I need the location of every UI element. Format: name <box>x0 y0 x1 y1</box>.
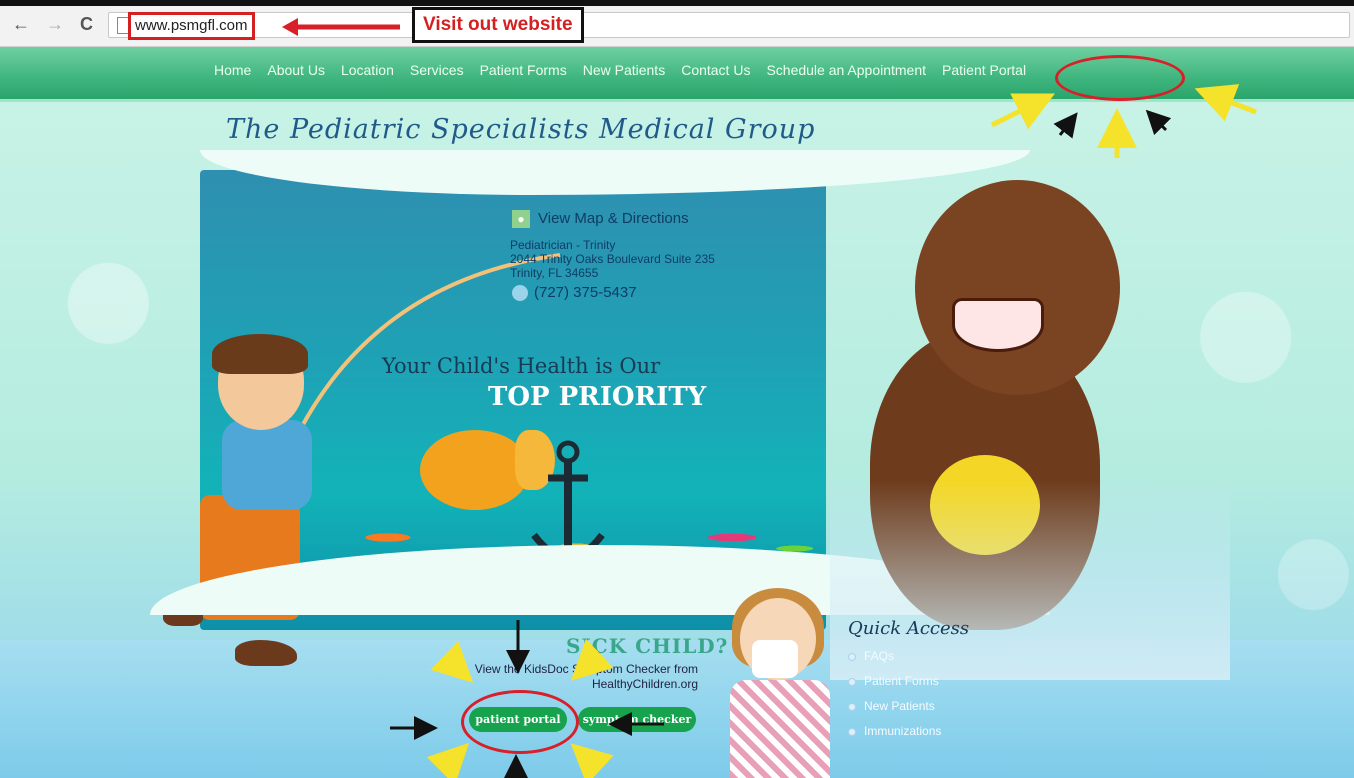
yellow-arrow <box>430 640 474 683</box>
yellow-arrow <box>990 93 1055 130</box>
yellow-arrow <box>426 742 470 778</box>
black-arrow <box>1053 112 1078 139</box>
yellow-arrow <box>1194 84 1257 122</box>
annotation-arrows <box>390 84 1257 778</box>
black-arrow <box>1145 109 1172 136</box>
yellow-arrow <box>570 638 614 681</box>
yellow-arrow <box>570 743 614 778</box>
